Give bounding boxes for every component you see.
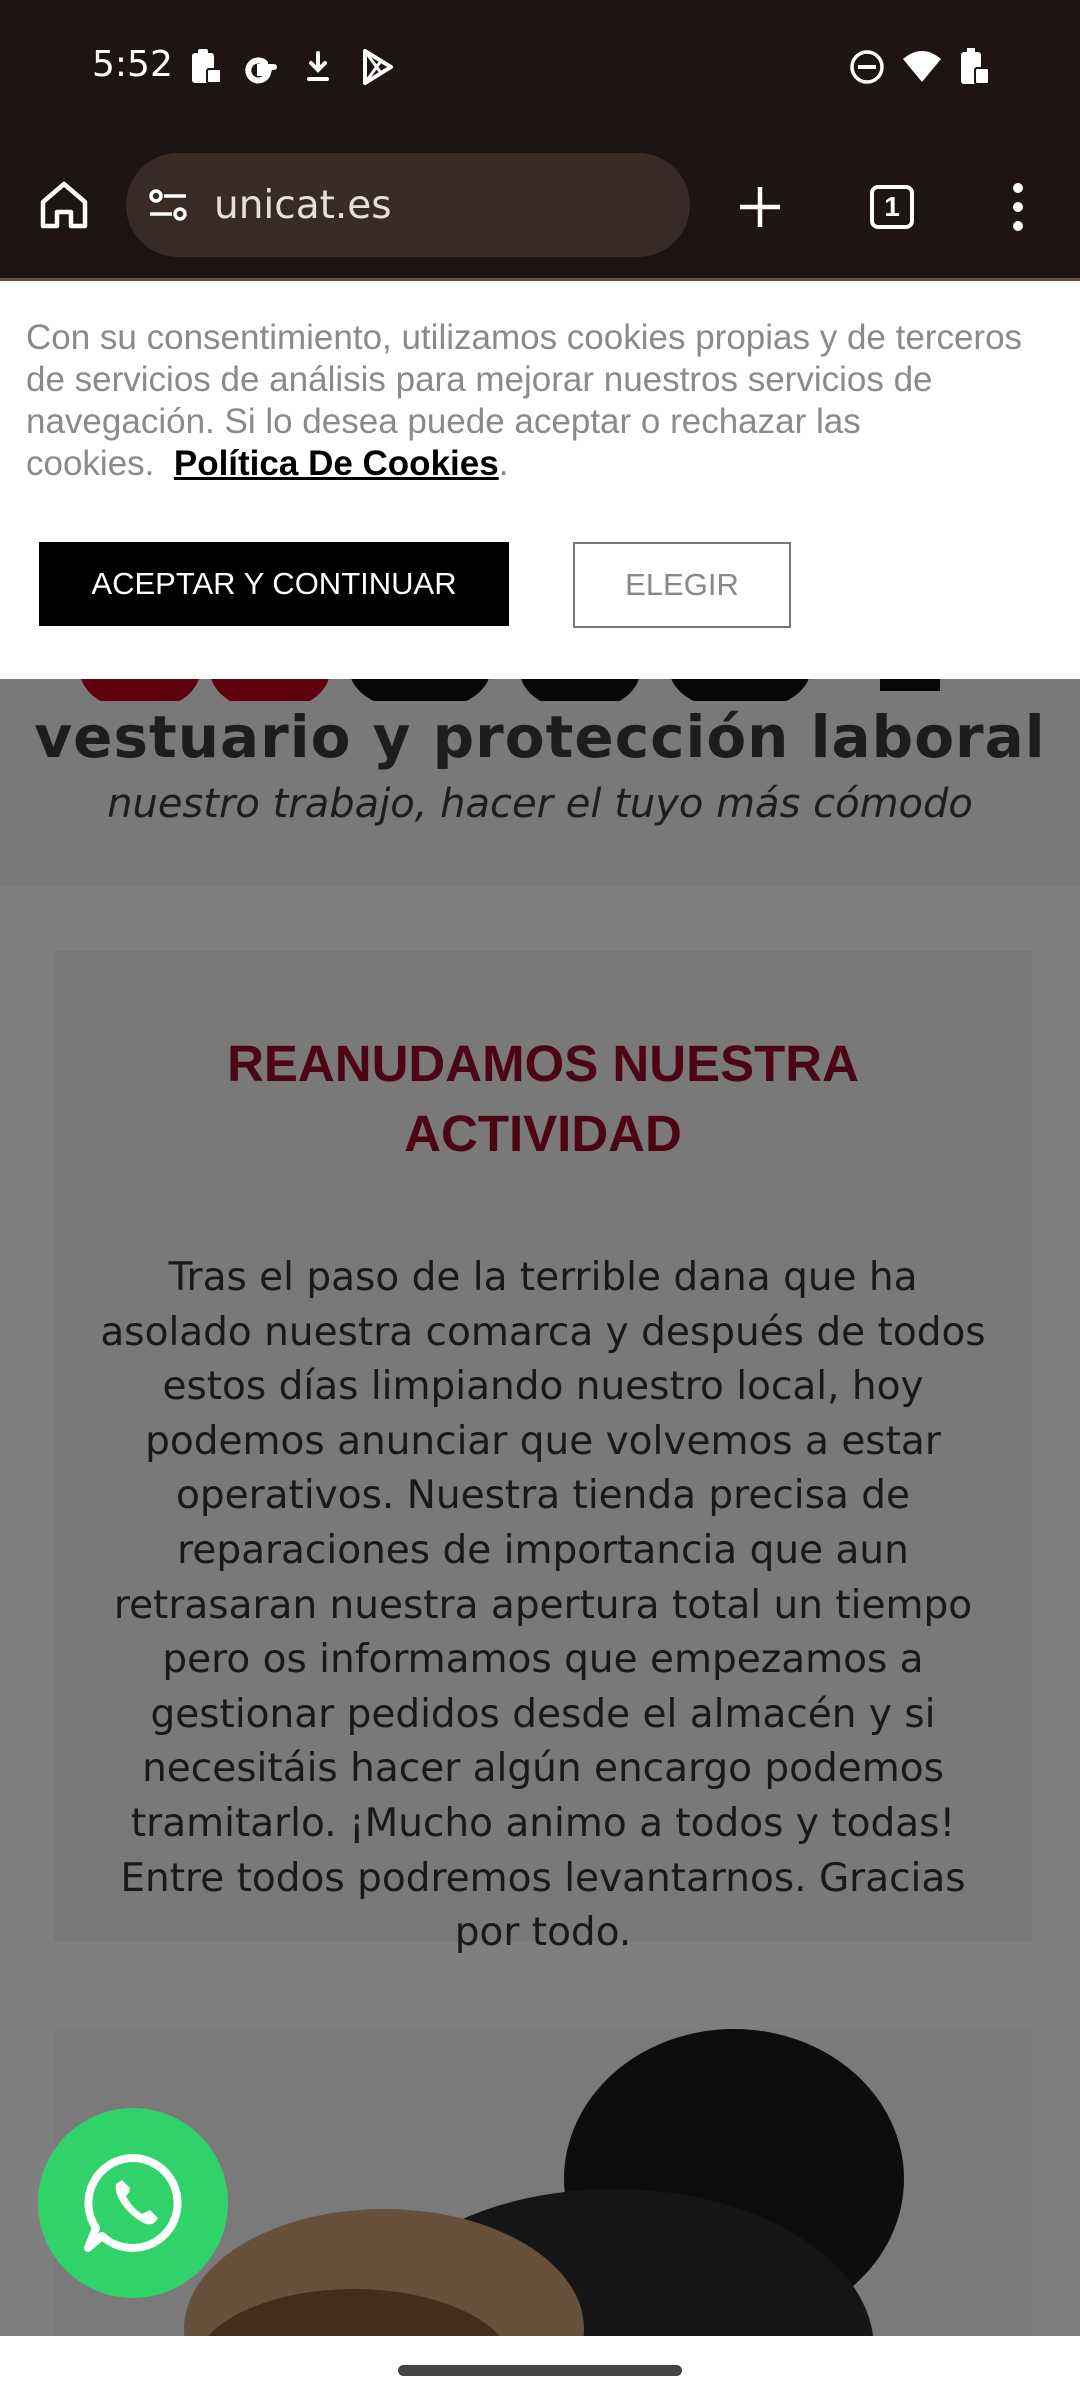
tab-switcher-icon: 1	[870, 185, 914, 229]
download-icon	[300, 40, 336, 94]
play-store-icon	[355, 40, 399, 94]
dnd-icon	[847, 40, 887, 94]
site-settings-icon[interactable]	[146, 185, 190, 225]
url-bar[interactable]: unicat.es	[126, 153, 690, 257]
cookie-text: Con su consentimiento, utilizamos cookie…	[26, 317, 1056, 485]
home-button[interactable]	[24, 165, 104, 245]
tab-switcher-button[interactable]: 1	[850, 165, 934, 249]
accept-button[interactable]: ACEPTAR Y CONTINUAR	[39, 542, 509, 626]
menu-icon	[1013, 183, 1023, 231]
gesture-nav-bar	[0, 2336, 1080, 2400]
choose-button[interactable]: ELEGIR	[573, 542, 791, 628]
wifi-icon	[900, 40, 944, 94]
cookie-policy-link[interactable]: Política De Cookies	[174, 444, 499, 483]
menu-button[interactable]	[978, 165, 1058, 249]
new-tab-icon	[740, 187, 780, 227]
status-time: 5:52	[92, 44, 173, 85]
url-text: unicat.es	[214, 182, 392, 228]
whatsapp-button[interactable]	[38, 2108, 228, 2298]
status-bar: 5:52	[0, 0, 1080, 135]
clipboard-lock-icon	[186, 40, 226, 94]
tab-count: 1	[884, 191, 900, 222]
battery-icon	[956, 40, 992, 94]
home-gesture-handle[interactable]	[398, 2365, 682, 2376]
browser-toolbar: unicat.es 1	[0, 135, 1080, 280]
cookie-banner: Con su consentimiento, utilizamos cookie…	[0, 281, 1080, 679]
google-icon	[238, 40, 282, 94]
whatsapp-icon	[84, 2154, 182, 2252]
cookie-link-suffix: .	[498, 444, 509, 483]
new-tab-button[interactable]	[718, 165, 802, 249]
home-icon	[40, 181, 88, 229]
